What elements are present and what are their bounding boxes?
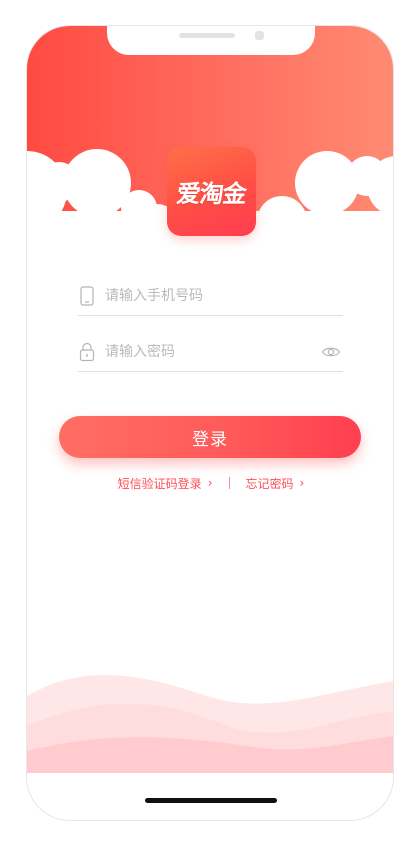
link-divider	[228, 477, 230, 489]
password-field	[78, 332, 343, 372]
chevron-right-icon: ›	[299, 476, 305, 490]
eye-icon[interactable]	[321, 342, 341, 362]
login-button[interactable]: 登录	[59, 416, 361, 458]
app-logo: 爱淘金	[167, 147, 256, 236]
forgot-password-label: 忘记密码	[245, 476, 294, 491]
forgot-password-link[interactable]: 忘记密码 ›	[246, 475, 305, 492]
home-indicator[interactable]	[145, 798, 277, 803]
sms-login-label: 短信验证码登录	[117, 476, 202, 491]
login-links: 短信验证码登录 › 忘记密码 ›	[27, 475, 393, 492]
front-camera	[255, 31, 264, 40]
password-input[interactable]	[105, 343, 305, 360]
lock-icon	[78, 342, 96, 362]
chevron-right-icon: ›	[207, 476, 213, 490]
sms-login-link[interactable]: 短信验证码登录 ›	[118, 475, 213, 492]
phone-input[interactable]	[105, 287, 305, 304]
app-logo-text: 爱淘金	[175, 179, 248, 208]
wave-decoration	[27, 675, 393, 776]
device-notch	[107, 26, 315, 55]
speaker-grille	[179, 33, 235, 38]
phone-screen: 爱淘金 登录 短信验证码登录	[26, 25, 394, 821]
phone-field	[78, 276, 343, 316]
phone-icon	[78, 285, 96, 306]
